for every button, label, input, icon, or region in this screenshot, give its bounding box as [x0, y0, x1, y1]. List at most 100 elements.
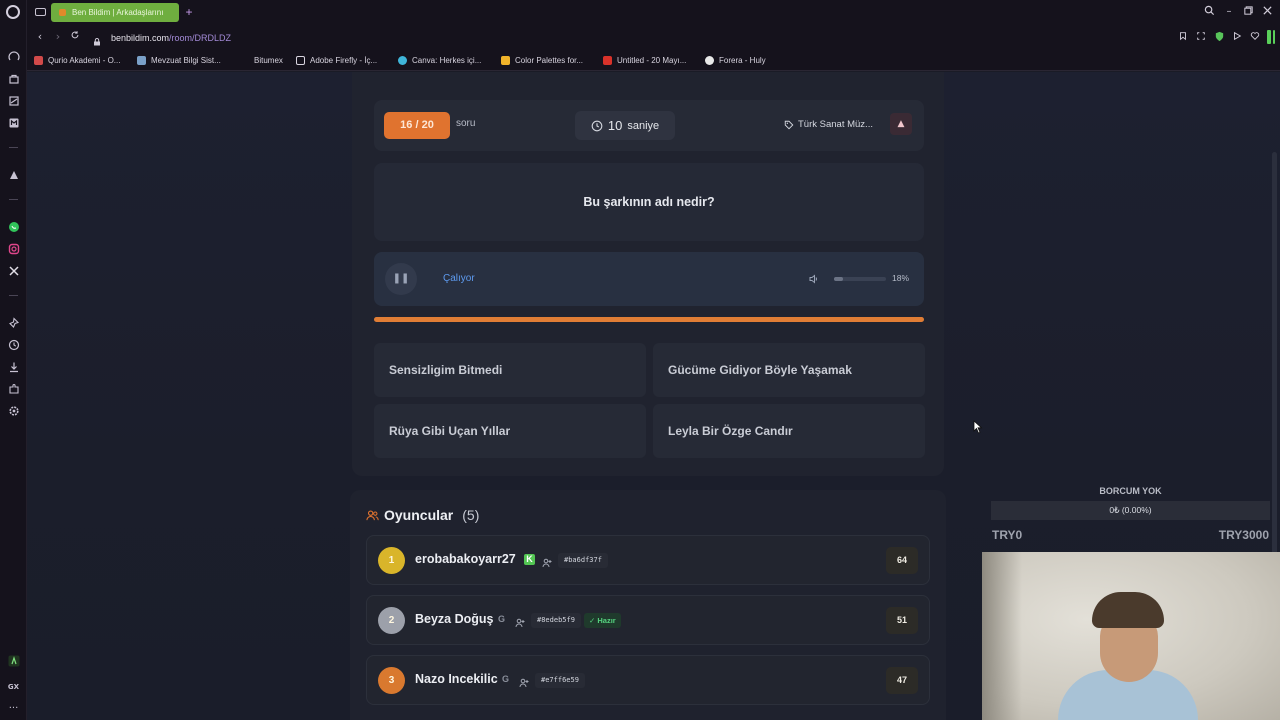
- history-icon[interactable]: [7, 338, 20, 351]
- settings-gear-icon[interactable]: [7, 404, 20, 417]
- heart-icon[interactable]: [1249, 31, 1261, 43]
- player-row[interactable]: 1 erobabakoyarr27 K #ba6df37f 64: [366, 535, 930, 585]
- search-icon[interactable]: [1202, 5, 1216, 19]
- url-field[interactable]: benbildim.com/room/DRDLDZ: [111, 31, 231, 45]
- active-tab[interactable]: Ben Bildim | Arkadaşlarını: [51, 3, 179, 22]
- vpn-shield-icon[interactable]: [1213, 31, 1225, 43]
- bookmark-page-icon[interactable]: [1177, 31, 1189, 43]
- rank-badge: 2: [378, 607, 405, 634]
- bookmark-item[interactable]: Mevzuat Bilgi Sist...: [137, 54, 221, 67]
- twitch-icon[interactable]: [7, 94, 20, 107]
- instagram-icon[interactable]: [7, 242, 20, 255]
- player-score: 51: [886, 607, 918, 634]
- donation-goal-widget: BORCUM YOK 0₺ (0.00%) TRY0 TRY3000: [991, 486, 1270, 546]
- screen: GX ··· Ben Bildim | Arkadaşlarını + – ‹ …: [0, 0, 1280, 720]
- timer-unit: saniye: [627, 119, 660, 132]
- bookmark-favicon-icon: [398, 56, 407, 65]
- extensions-icon[interactable]: [7, 382, 20, 395]
- reload-button[interactable]: [68, 30, 82, 44]
- players-card: Oyuncular (5) 1 erobabakoyarr27 K #ba6df…: [350, 490, 946, 720]
- goal-max: TRY3000: [1218, 528, 1269, 542]
- category-label: Türk Sanat Müz...: [798, 119, 873, 130]
- player-status: Çalıyor: [443, 273, 475, 284]
- bookmark-label: Adobe Firefly - İç...: [310, 56, 378, 65]
- whatsapp-icon[interactable]: [7, 220, 20, 233]
- player-name: Beyza Doğuş: [415, 612, 494, 626]
- sidebar-divider: [9, 199, 18, 200]
- add-friend-icon[interactable]: [542, 555, 552, 568]
- back-button[interactable]: ‹: [33, 30, 47, 44]
- player-score: 64: [886, 547, 918, 574]
- gx-corner-icon[interactable]: [7, 654, 20, 667]
- timer: 10 saniye: [575, 111, 675, 140]
- snapshot-icon[interactable]: [1195, 31, 1207, 43]
- forward-button[interactable]: ›: [51, 30, 65, 44]
- question-progress-fill: [374, 317, 924, 322]
- player-id: #e7ff6e59: [535, 673, 585, 688]
- timer-value: 10: [607, 118, 623, 133]
- players-count: (5): [462, 507, 480, 523]
- webcam-person-hair: [1092, 592, 1164, 628]
- gx-label[interactable]: GX: [7, 680, 20, 693]
- quiz-header: 16 / 20 soru 10 saniye Türk Sanat Müz...…: [374, 100, 924, 151]
- browser-sidebar: GX ···: [0, 0, 27, 720]
- add-friend-icon[interactable]: [515, 615, 525, 628]
- bookmark-item[interactable]: Bitumex: [254, 54, 283, 67]
- gx-control-bar[interactable]: [1273, 30, 1275, 44]
- bookmark-item[interactable]: Untitled - 20 Mayı...: [603, 54, 686, 67]
- bookmark-favicon-icon: [296, 56, 305, 65]
- question-counter: 16 / 20: [384, 112, 450, 139]
- opera-logo-icon[interactable]: [6, 5, 20, 19]
- volume-slider[interactable]: [834, 277, 886, 281]
- bookmark-item[interactable]: Qurio Akademi - O...: [34, 54, 120, 67]
- answer-option[interactable]: Rüya Gibi Uçan Yıllar: [374, 404, 646, 458]
- shopping-icon[interactable]: [7, 72, 20, 85]
- add-friend-icon[interactable]: [519, 675, 529, 688]
- volume-icon[interactable]: [808, 272, 820, 284]
- google-badge-icon: G: [497, 614, 505, 624]
- question-counter-label: soru: [456, 118, 476, 129]
- bookmark-item[interactable]: Canva: Herkes içi...: [398, 54, 481, 67]
- downloads-icon[interactable]: [7, 360, 20, 373]
- close-icon[interactable]: [1260, 5, 1274, 19]
- answer-option[interactable]: Leyla Bir Özge Candır: [653, 404, 925, 458]
- player-name: erobabakoyarr27: [415, 552, 516, 566]
- bookmark-label: Mevzuat Bilgi Sist...: [151, 56, 221, 65]
- google-badge-icon: G: [501, 674, 509, 684]
- aria-icon[interactable]: [7, 168, 20, 181]
- restore-icon[interactable]: [1241, 5, 1255, 19]
- player-row[interactable]: 3 Nazo Incekilic G #e7ff6e59 47: [366, 655, 930, 705]
- rank-badge: 3: [378, 667, 405, 694]
- report-warning-button[interactable]: ▲: [890, 113, 912, 135]
- player-play-icon[interactable]: [1231, 31, 1243, 43]
- mouse-cursor-icon: [973, 420, 983, 434]
- more-icon[interactable]: ···: [7, 702, 20, 715]
- messenger-icon[interactable]: [7, 116, 20, 129]
- page-scrollbar[interactable]: [1272, 152, 1277, 602]
- speed-dial-icon[interactable]: [7, 50, 20, 63]
- goal-title: BORCUM YOK: [1099, 486, 1162, 496]
- bookmark-favicon-icon: [603, 56, 612, 65]
- address-bar: ‹ › benbildim.com/room/DRDLDZ: [27, 25, 1280, 50]
- url-path: /room/DRDLDZ: [169, 33, 232, 43]
- x-twitter-icon[interactable]: [7, 264, 20, 277]
- gx-control-bar[interactable]: [1267, 30, 1271, 44]
- bookmark-favicon-icon: [705, 56, 714, 65]
- bookmark-item[interactable]: Color Palettes for...: [501, 54, 583, 67]
- answer-option[interactable]: Gücüme Gidiyor Böyle Yaşamak: [653, 343, 925, 397]
- sidebar-divider: [9, 147, 18, 148]
- workspace-icon[interactable]: [35, 8, 46, 16]
- new-tab-button[interactable]: +: [182, 3, 196, 22]
- bookmark-item[interactable]: Forera - Huly: [705, 54, 766, 67]
- pinboard-icon[interactable]: [7, 316, 20, 329]
- users-icon: [366, 509, 379, 520]
- players-title: Oyuncular: [384, 507, 454, 523]
- bookmark-label: Forera - Huly: [719, 56, 766, 65]
- minimize-icon[interactable]: –: [1222, 5, 1236, 19]
- answer-option[interactable]: Sensizligim Bitmedi: [374, 343, 646, 397]
- sidebar-divider: [9, 295, 18, 296]
- bookmark-item[interactable]: Adobe Firefly - İç...: [296, 54, 377, 67]
- player-row[interactable]: 2 Beyza Doğuş G #8edeb5f9 ✓ Hazır 51: [366, 595, 930, 645]
- goal-progress-bar: 0₺ (0.00%): [991, 501, 1270, 520]
- pause-button[interactable]: ❚❚: [385, 263, 417, 295]
